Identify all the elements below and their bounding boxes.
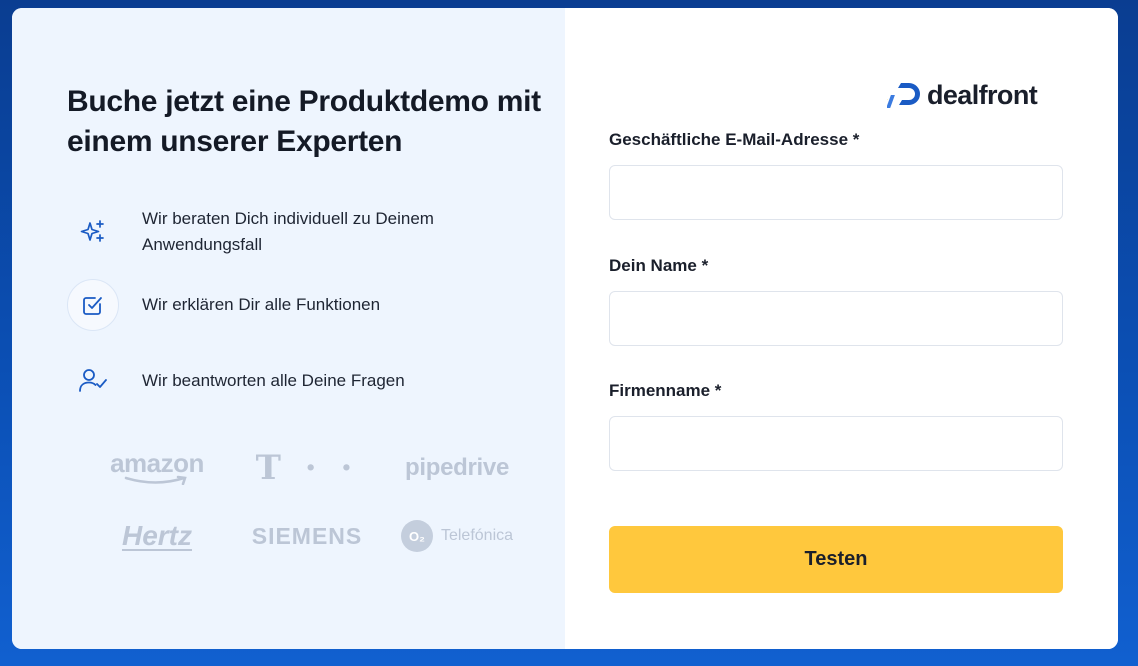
feature-text: Wir erklären Dir alle Funktionen	[142, 295, 381, 314]
feature-item-functions: Wir erklären Dir alle Funktionen	[67, 279, 492, 331]
brand-name: dealfront	[927, 80, 1038, 110]
submit-button[interactable]: Testen	[609, 526, 1063, 593]
siemens-logo: SIEMENS	[251, 522, 363, 549]
o2-icon: O₂	[400, 520, 433, 552]
info-panel: Buche jetzt eine Produktdemo mit einem u…	[12, 8, 565, 649]
email-field[interactable]	[609, 165, 1063, 220]
customer-logos: amazon T · · pipedrive Hertz SIEMENS O₂ …	[82, 448, 532, 556]
page-title: Buche jetzt eine Produktdemo mit einem u…	[67, 85, 541, 158]
feature-text: Wir beraten Dich individuell zu Deinem A…	[142, 209, 434, 254]
user-check-icon	[67, 355, 119, 407]
telefonica-logo: O₂ Telefónica	[382, 516, 532, 556]
telekom-logo: T · ·	[255, 448, 359, 488]
feature-text: Wir beantworten alle Deine Fragen	[142, 371, 405, 390]
company-label: Firmenname *	[609, 381, 722, 400]
pipedrive-logo: pipedrive	[405, 454, 509, 481]
name-field[interactable]	[609, 291, 1063, 346]
dealfront-mark-icon	[887, 82, 920, 108]
feature-item-questions: Wir beantworten alle Deine Fragen	[67, 355, 492, 407]
hertz-logo: Hertz	[121, 520, 192, 551]
sparkles-icon	[67, 206, 119, 258]
company-field[interactable]	[609, 416, 1063, 471]
amazon-logo: amazon	[82, 448, 232, 488]
dealfront-logo: dealfront	[887, 80, 1038, 111]
feature-item-consulting: Wir beraten Dich individuell zu Deinem A…	[67, 206, 492, 258]
checkbox-icon	[67, 279, 119, 331]
demo-card: Buche jetzt eine Produktdemo mit einem u…	[12, 8, 1118, 649]
form-panel: dealfront Geschäftliche E-Mail-Adresse *…	[565, 8, 1118, 649]
name-label: Dein Name *	[609, 256, 709, 275]
email-label: Geschäftliche E-Mail-Adresse *	[609, 130, 860, 149]
